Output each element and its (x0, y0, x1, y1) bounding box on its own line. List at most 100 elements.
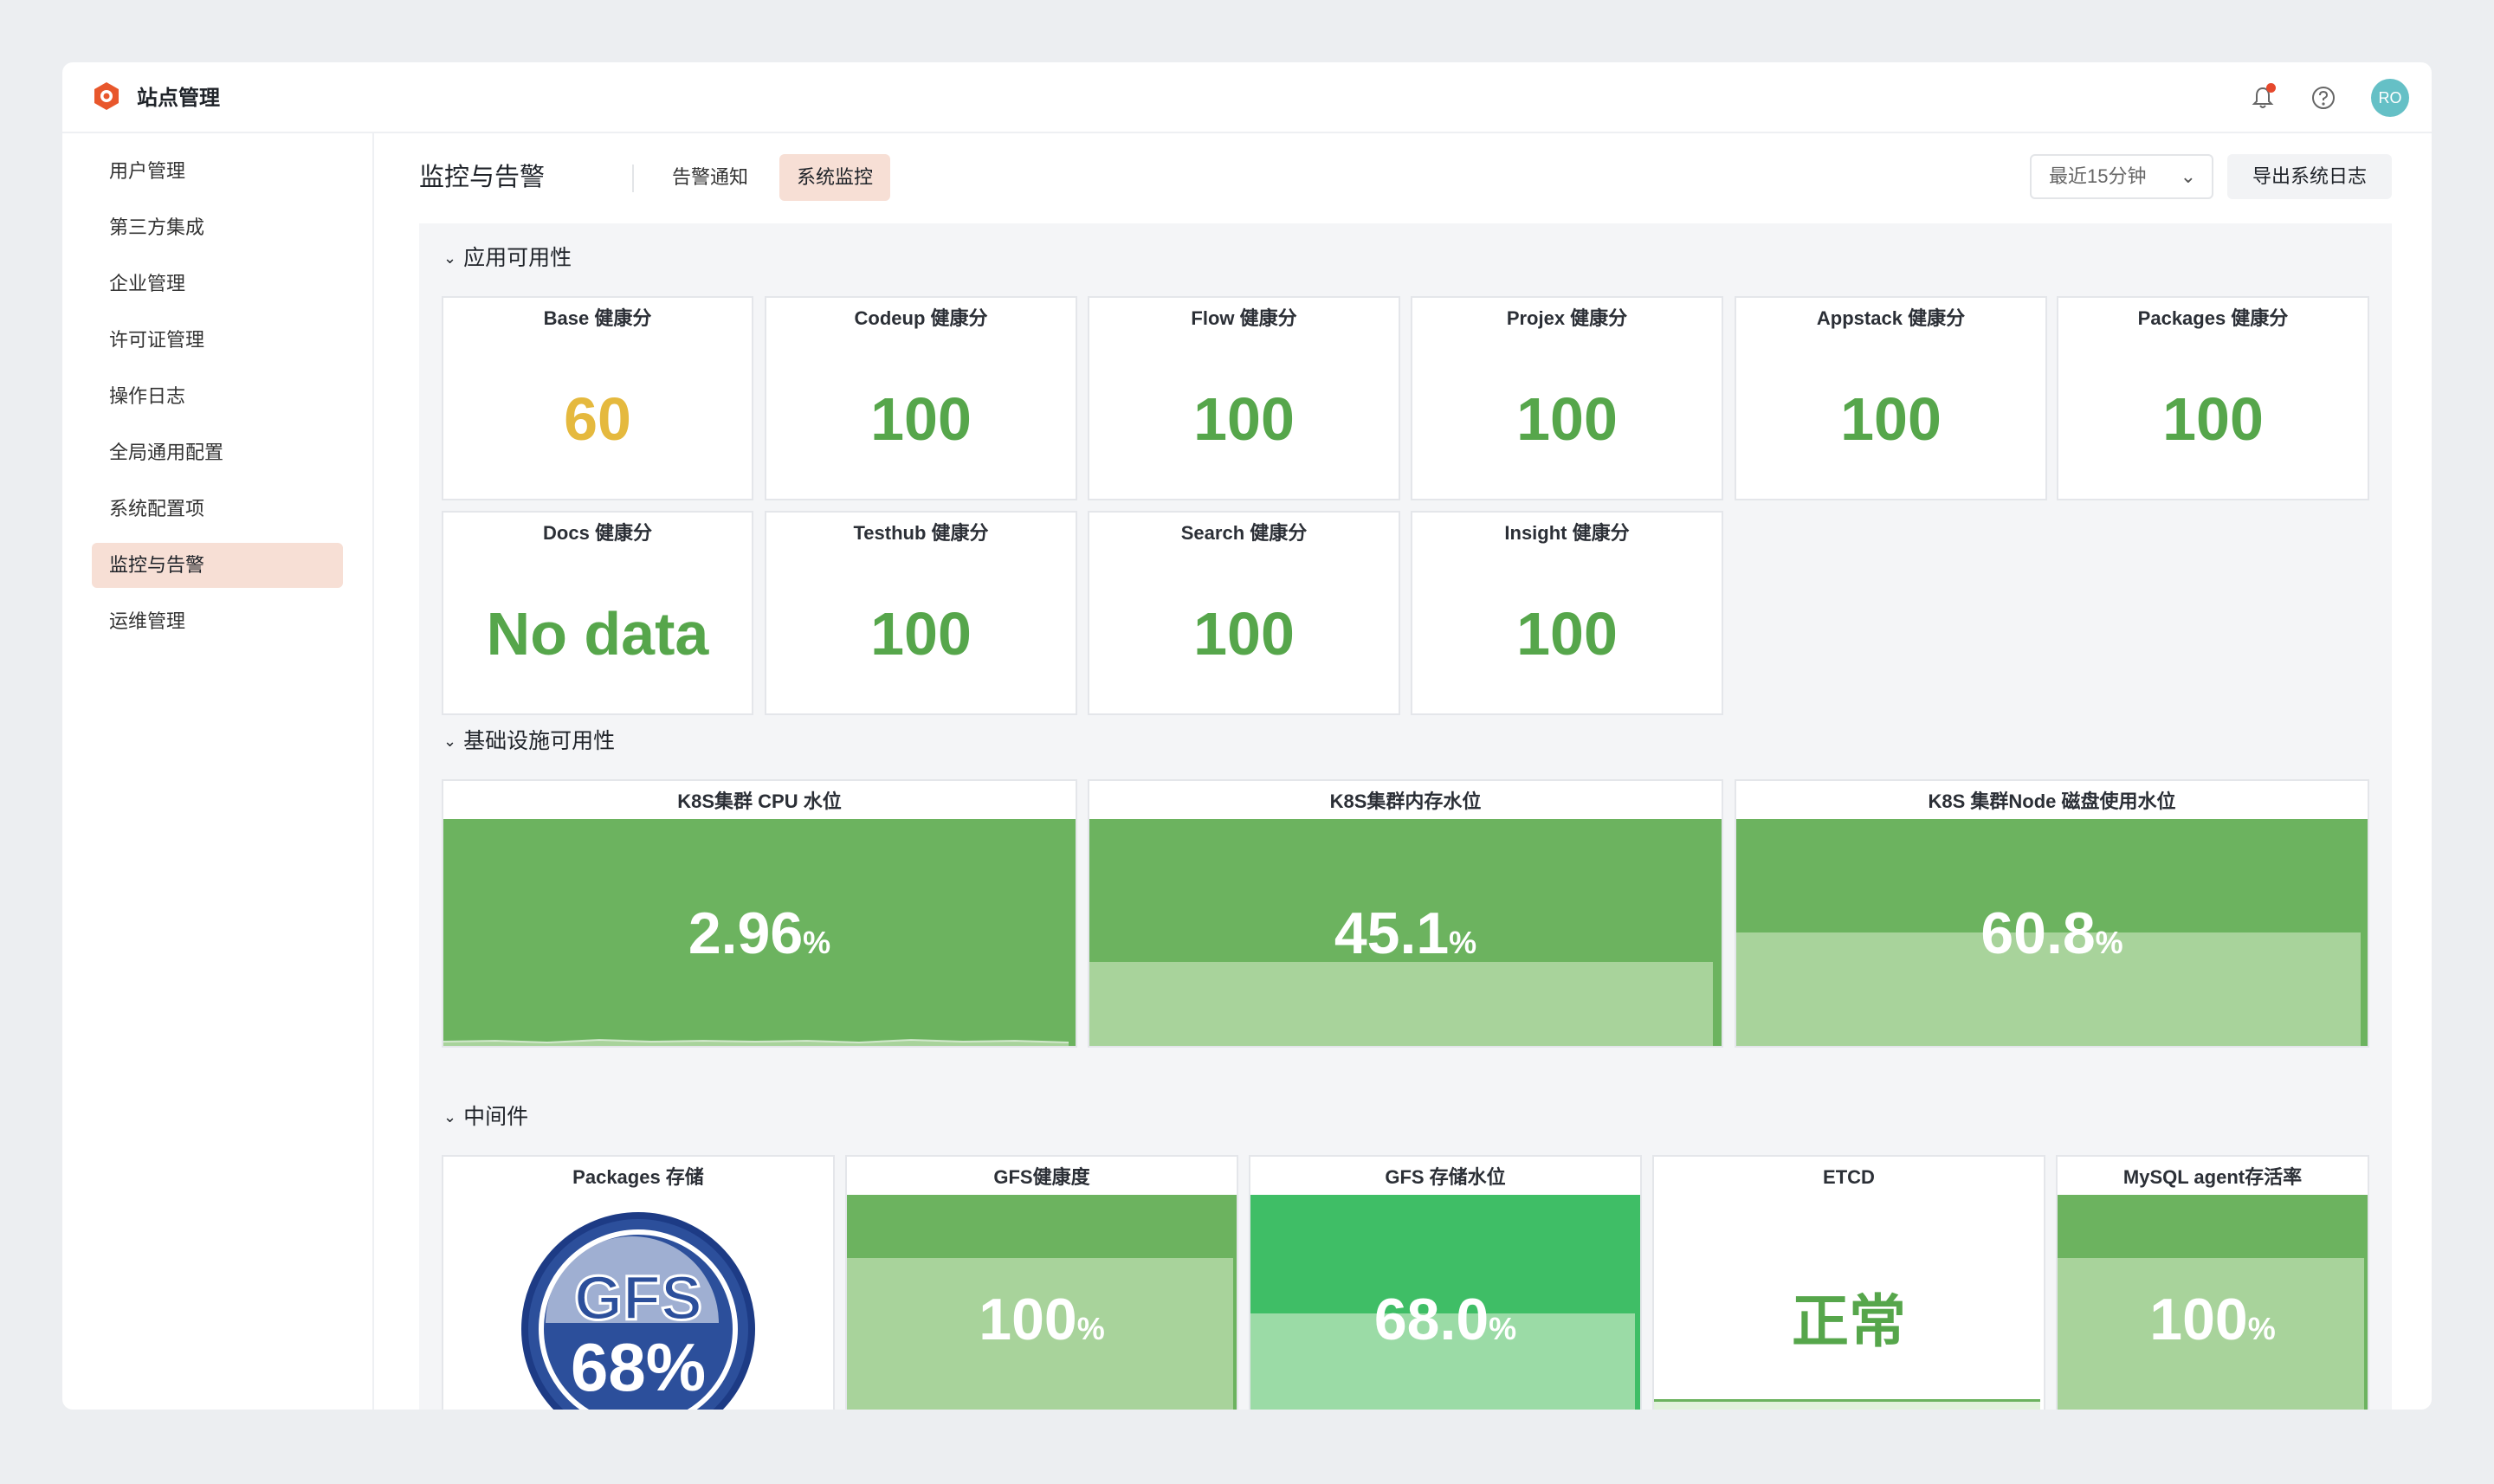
app-window: 站点管理 RO 用户管理 第三方集成 企业管理 许可证管理 操作日志 全局通用配… (62, 62, 2432, 1410)
dashboard-canvas: ⌄ 应用可用性 Base 健康分 60 Codeup 健康分 100 Flow 健… (419, 223, 2392, 1410)
panel-gfs-health[interactable]: GFS健康度 100% (845, 1155, 1238, 1410)
panel-title: Testhub 健康分 (853, 522, 989, 544)
panel-title: Docs 健康分 (543, 522, 652, 544)
panel-appstack-health[interactable]: Appstack 健康分 100 (1735, 296, 2047, 500)
section-title: 应用可用性 (463, 246, 572, 270)
panel-insight-health[interactable]: Insight 健康分 100 (1411, 511, 1723, 715)
sidebar-item-integrations[interactable]: 第三方集成 (92, 205, 343, 250)
panel-title: K8S 集群Node 磁盘使用水位 (1928, 790, 2176, 812)
gfs-badge: GFS 68% (521, 1212, 755, 1410)
panel-title: K8S集群内存水位 (1329, 790, 1482, 812)
plot-area: 60.8% (1736, 819, 2368, 1046)
unit-text: % (1076, 1311, 1105, 1346)
unit-text: % (1449, 925, 1477, 960)
chevron-down-icon: ⌄ (2180, 165, 2196, 187)
export-logs-button[interactable]: 导出系统日志 (2227, 154, 2392, 199)
panel-title: MySQL agent存活率 (2122, 1166, 2303, 1188)
top-bar: 站点管理 RO (62, 62, 2432, 133)
panel-codeup-health[interactable]: Codeup 健康分 100 (765, 296, 1077, 500)
section-infra[interactable]: ⌄ 基础设施可用性 (443, 724, 615, 758)
sidebar-item-users[interactable]: 用户管理 (92, 149, 343, 194)
chevron-down-icon: ⌄ (443, 732, 457, 750)
value-text: 100 (979, 1287, 1077, 1352)
disk-value: 60.8% (1736, 899, 2368, 978)
plot-area: 100% (847, 1195, 1237, 1410)
panel-title: Search 健康分 (1180, 522, 1308, 544)
avatar[interactable]: RO (2371, 79, 2409, 117)
cpu-value: 2.96% (443, 899, 1076, 978)
sidebar-item-system-config[interactable]: 系统配置项 (92, 487, 343, 532)
panel-k8s-cpu[interactable]: K8S集群 CPU 水位 2.96% (442, 779, 1077, 1048)
plot-area: 45.1% (1089, 819, 1722, 1046)
stat-value: 100 (2162, 385, 2264, 453)
logo-icon (94, 82, 119, 110)
panel-flow-health[interactable]: Flow 健康分 100 (1088, 296, 1400, 500)
section-title: 中间件 (463, 1105, 529, 1129)
stat-value: 100 (1516, 600, 1618, 668)
plot-area: 2.96% (443, 819, 1076, 1046)
stat-value: 100 (1193, 385, 1295, 453)
plot-area: 100% (2058, 1195, 2368, 1410)
badge-value: 68% (570, 1329, 707, 1405)
mysql-value: 100% (2058, 1285, 2368, 1364)
sidebar-item-global-config[interactable]: 全局通用配置 (92, 430, 343, 475)
sidebar-item-operation-log[interactable]: 操作日志 (92, 374, 343, 419)
panel-title: Insight 健康分 (1504, 522, 1630, 544)
stat-value: 60 (564, 385, 631, 453)
tab-system-monitor[interactable]: 系统监控 (779, 154, 891, 201)
panel-title: Base 健康分 (543, 307, 652, 329)
plot-area: 68.0% (1250, 1195, 1640, 1410)
panel-title: GFS 存储水位 (1385, 1166, 1506, 1188)
panel-title: Flow 健康分 (1191, 307, 1297, 329)
panel-etcd[interactable]: ETCD 正常 (1652, 1155, 2045, 1410)
panel-testhub-health[interactable]: Testhub 健康分 100 (765, 511, 1077, 715)
unit-text: % (2095, 925, 2123, 960)
section-app-availability[interactable]: ⌄ 应用可用性 (443, 241, 572, 275)
panel-k8s-disk[interactable]: K8S 集群Node 磁盘使用水位 60.8% (1735, 779, 2369, 1048)
panel-base-health[interactable]: Base 健康分 60 (442, 296, 753, 500)
chevron-down-icon: ⌄ (443, 249, 457, 267)
panel-title: Codeup 健康分 (854, 307, 988, 329)
chevron-down-icon: ⌄ (443, 1108, 457, 1126)
panel-k8s-memory[interactable]: K8S集群内存水位 45.1% (1088, 779, 1723, 1048)
sidebar-item-license[interactable]: 许可证管理 (92, 318, 343, 363)
panel-title: Projex 健康分 (1506, 307, 1628, 329)
unit-text: % (2247, 1311, 2276, 1346)
panel-title: Appstack 健康分 (1816, 307, 1966, 329)
value-text: 60.8 (1980, 900, 2096, 966)
stat-value: 100 (870, 385, 972, 453)
stat-value: 100 (1840, 385, 1942, 453)
panel-packages-health[interactable]: Packages 健康分 100 (2057, 296, 2369, 500)
main-content: 监控与告警 告警通知 系统监控 最近15分钟 ⌄ 导出系统日志 ⌄ 应用可用性 B… (376, 133, 2432, 1410)
panel-gfs-storage[interactable]: GFS 存储水位 68.0% (1249, 1155, 1642, 1410)
value-text: 100 (2149, 1287, 2248, 1352)
panel-mysql-agent[interactable]: MySQL agent存活率 100% (2056, 1155, 2369, 1410)
sidebar-item-enterprise[interactable]: 企业管理 (92, 261, 343, 306)
gfs-storage-value: 68.0% (1250, 1285, 1640, 1364)
memory-value: 45.1% (1089, 899, 1722, 978)
unit-text: % (1489, 1311, 1517, 1346)
panel-title: Packages 存储 (572, 1166, 704, 1188)
gfs-health-value: 100% (847, 1285, 1237, 1364)
title-divider (632, 165, 634, 192)
tab-alert-notify[interactable]: 告警通知 (655, 154, 766, 201)
unit-text: % (803, 925, 831, 960)
time-range-select[interactable]: 最近15分钟 ⌄ (2030, 154, 2213, 199)
panel-projex-health[interactable]: Projex 健康分 100 (1411, 296, 1723, 500)
stat-value: No data (486, 600, 709, 668)
section-middleware[interactable]: ⌄ 中间件 (443, 1100, 528, 1134)
sidebar: 用户管理 第三方集成 企业管理 许可证管理 操作日志 全局通用配置 系统配置项 … (62, 133, 374, 1410)
notification-dot (2266, 83, 2276, 93)
panel-packages-storage[interactable]: Packages 存储 GFS 68% (442, 1155, 835, 1410)
help-icon[interactable] (2310, 85, 2336, 111)
top-icons: RO (2250, 76, 2409, 119)
badge-label: GFS (572, 1264, 703, 1333)
sidebar-item-ops[interactable]: 运维管理 (92, 599, 343, 644)
stat-value: 100 (870, 600, 972, 668)
panel-search-health[interactable]: Search 健康分 100 (1088, 511, 1400, 715)
panel-title: K8S集群 CPU 水位 (677, 790, 842, 812)
panel-docs-health[interactable]: Docs 健康分 No data (442, 511, 753, 715)
notification-button[interactable] (2250, 83, 2276, 111)
sidebar-item-monitoring[interactable]: 监控与告警 (92, 543, 343, 588)
stat-value: 100 (1516, 385, 1618, 453)
